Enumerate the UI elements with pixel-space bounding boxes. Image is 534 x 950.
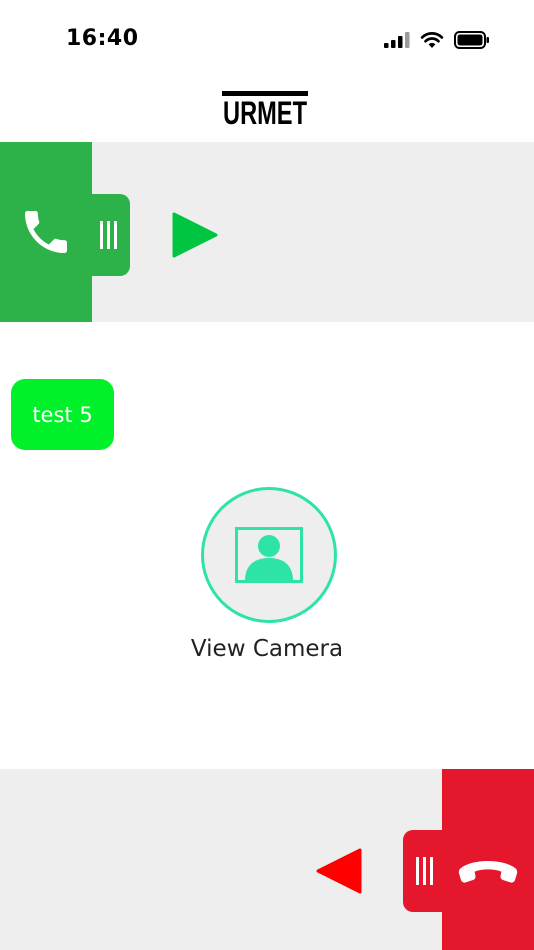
- hangup-icon: [458, 861, 518, 883]
- urmet-logo: URMET: [0, 88, 534, 128]
- grip-icon: [416, 857, 433, 885]
- status-bar: 16:40: [0, 0, 534, 80]
- arrow-left-icon: [316, 848, 362, 894]
- status-icons: [384, 30, 490, 50]
- wifi-icon: [420, 32, 444, 48]
- svg-text:URMET: URMET: [223, 95, 307, 128]
- battery-icon: [454, 31, 489, 49]
- view-camera-label: View Camera: [190, 636, 344, 662]
- grip-icon: [100, 221, 117, 249]
- camera-portrait-icon: [235, 527, 303, 583]
- view-camera-button[interactable]: [201, 487, 337, 623]
- accept-slider-handle[interactable]: [86, 194, 130, 276]
- play-arrow-icon: [172, 212, 218, 258]
- phone-icon: [25, 211, 67, 253]
- reject-call-panel: [0, 769, 534, 950]
- reject-call-button[interactable]: [442, 769, 534, 950]
- tag-button-test-5[interactable]: test 5: [11, 379, 114, 450]
- urmet-logo-mark: URMET: [222, 91, 308, 128]
- cellular-signal-icon: [384, 32, 410, 48]
- status-time: 16:40: [66, 26, 139, 51]
- accept-call-button[interactable]: [0, 142, 92, 322]
- accept-call-panel: [0, 142, 534, 322]
